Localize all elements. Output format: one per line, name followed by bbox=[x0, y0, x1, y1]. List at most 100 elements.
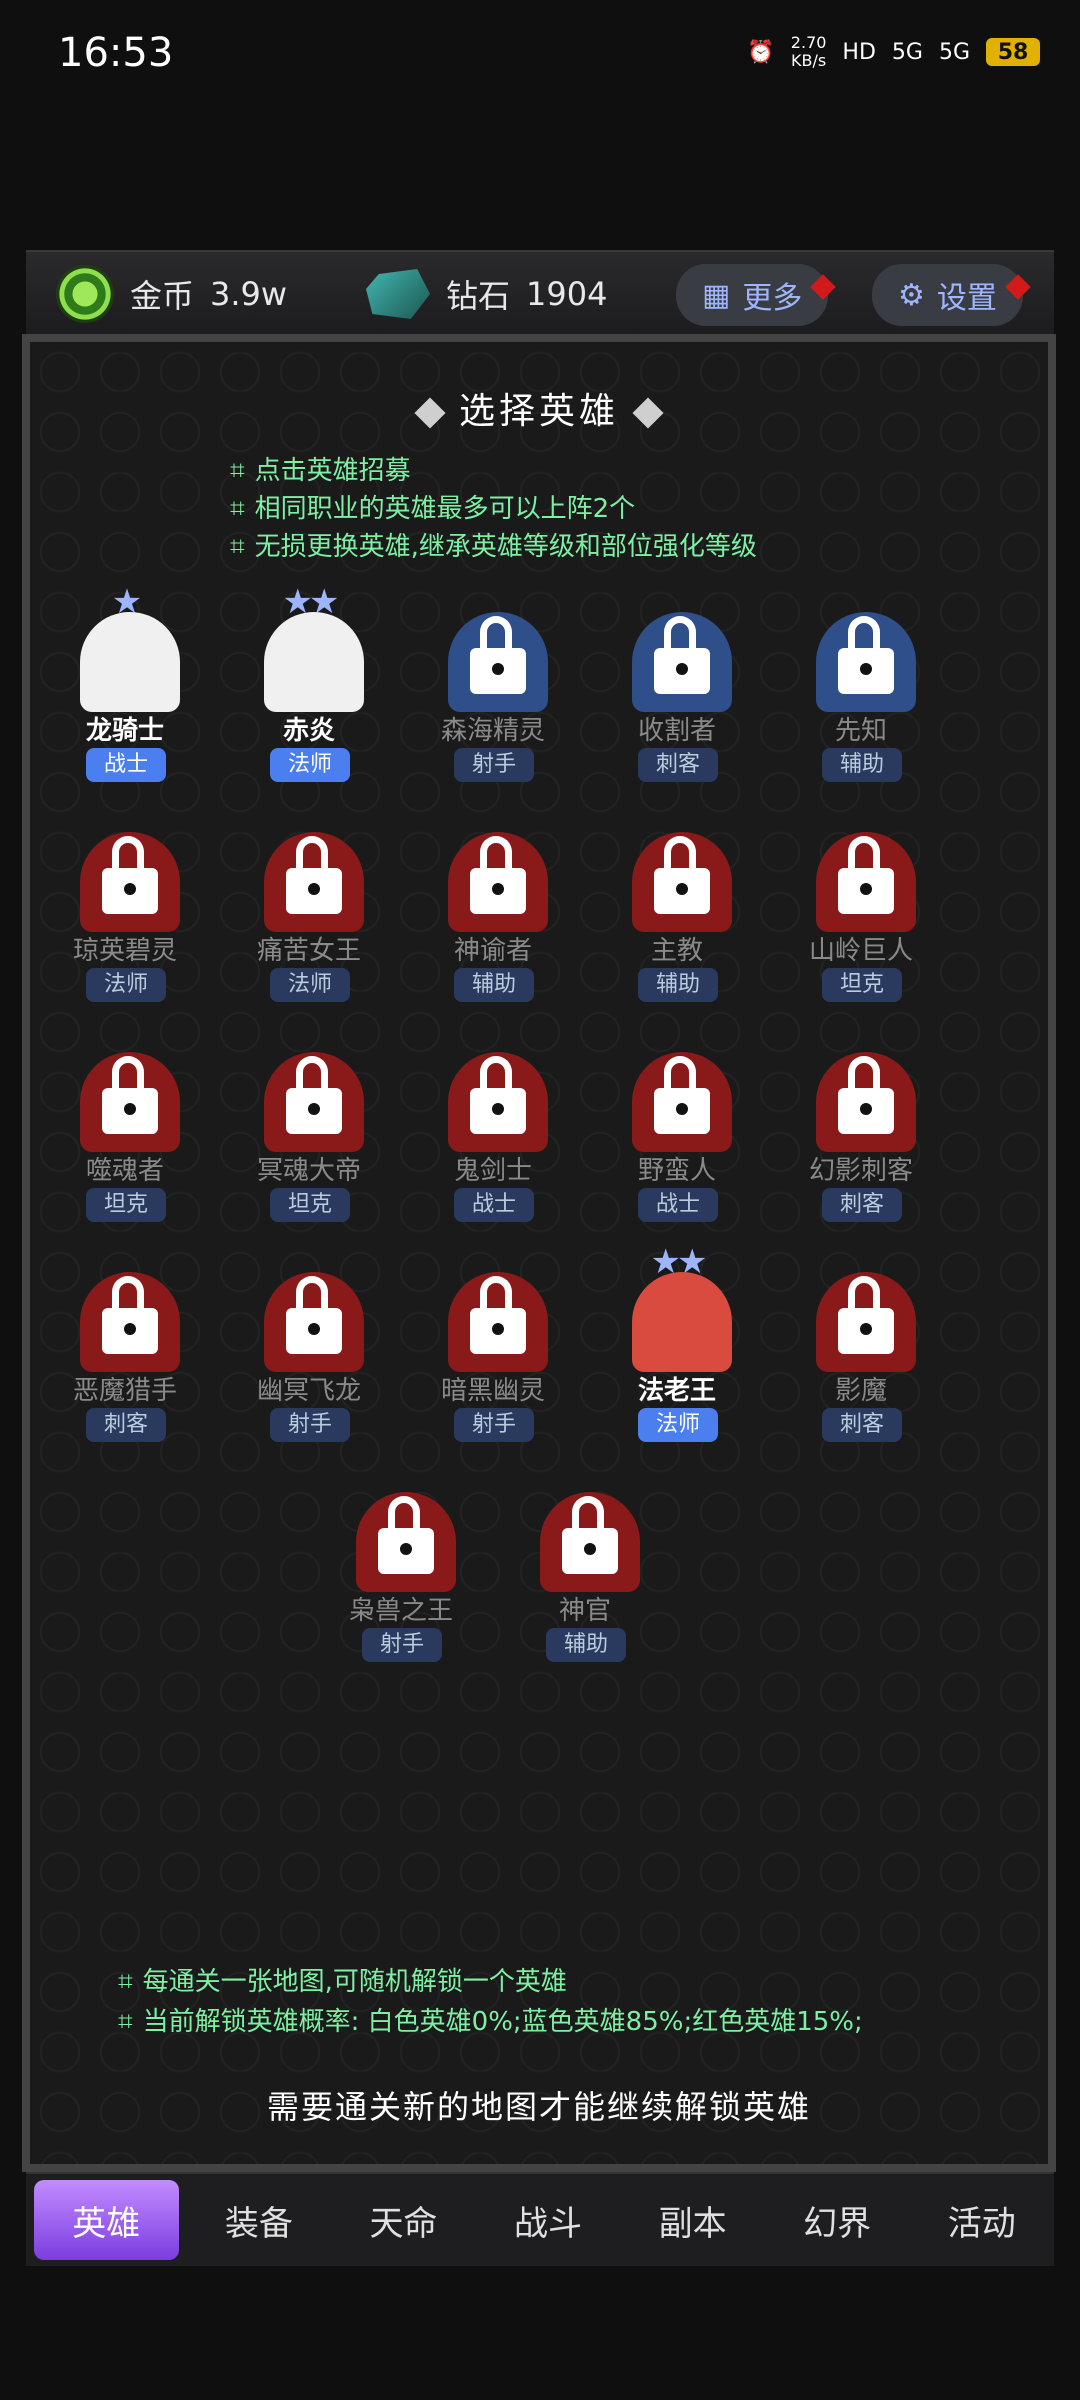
panel-title: 选择英雄 bbox=[30, 382, 1048, 434]
nav-tab[interactable]: 幻界 bbox=[765, 2174, 910, 2266]
tip-item: ⌗ 当前解锁英雄概率: 白色英雄0%;蓝色英雄85%;红色英雄15%; bbox=[118, 2007, 863, 2037]
more-button[interactable]: ▦ 更多 bbox=[676, 264, 837, 326]
hero-name: 主教 bbox=[650, 936, 703, 966]
unlock-tips: ⌗ 每通关一张地图,可随机解锁一个英雄 ⌗ 当前解锁英雄概率: 白色英雄0%;蓝色英… bbox=[118, 1962, 863, 2042]
hero-class-badge: 坦克 bbox=[86, 1188, 166, 1222]
hd-icon: HD bbox=[842, 39, 876, 65]
hero-name: 野蛮人 bbox=[637, 1156, 716, 1186]
hero-class-badge: 射手 bbox=[454, 748, 534, 782]
hero-card[interactable]: 琼英碧灵 法师 bbox=[50, 812, 200, 1012]
hero-class-badge: 射手 bbox=[270, 1408, 350, 1442]
hero-card[interactable]: 鬼剑士 战士 bbox=[418, 1032, 568, 1232]
lock-icon bbox=[470, 616, 526, 694]
diamond-icon bbox=[414, 397, 446, 429]
hero-class-badge: 刺客 bbox=[638, 748, 718, 782]
hero-name: 神官 bbox=[558, 1596, 611, 1626]
hero-class-badge: 刺客 bbox=[822, 1408, 902, 1442]
hero-name: 冥魂大帝 bbox=[256, 1156, 361, 1186]
hero-class-badge: 坦克 bbox=[270, 1188, 350, 1222]
hero-name: 神谕者 bbox=[453, 936, 532, 966]
hero-name: 森海精灵 bbox=[440, 716, 545, 746]
signal-2: 5G bbox=[938, 39, 970, 65]
hero-card[interactable]: 枭兽之王 射手 bbox=[326, 1472, 476, 1672]
signal-1: 5G bbox=[891, 39, 923, 65]
hero-card[interactable]: 影魔 刺客 bbox=[786, 1252, 936, 1452]
lock-icon bbox=[654, 836, 710, 914]
lock-icon bbox=[562, 1496, 618, 1574]
hero-portrait bbox=[632, 1272, 732, 1372]
hero-name: 幻影刺客 bbox=[808, 1156, 913, 1186]
hero-card[interactable]: ★★ 法老王 法师 bbox=[602, 1242, 752, 1452]
coin-display: 金币 3.9w bbox=[56, 262, 287, 326]
hero-name: 枭兽之王 bbox=[348, 1596, 453, 1626]
hero-name: 幽冥飞龙 bbox=[256, 1376, 361, 1406]
bottom-nav: 英雄 装备 天命 战斗 副本 幻界 活动 bbox=[26, 2172, 1054, 2266]
tip-item: ⌗ 每通关一张地图,可随机解锁一个英雄 bbox=[118, 1967, 567, 1997]
nav-tab[interactable]: 装备 bbox=[187, 2174, 332, 2266]
hero-name: 收割者 bbox=[637, 716, 716, 746]
nav-tab[interactable]: 活动 bbox=[909, 2174, 1054, 2266]
notification-dot bbox=[1005, 274, 1031, 300]
net-speed: 2.70 KB/s bbox=[790, 33, 827, 70]
hero-class-badge: 法师 bbox=[270, 748, 350, 782]
hero-card[interactable]: ★ 龙骑士 战士 bbox=[50, 582, 200, 792]
hero-card[interactable]: 神谕者 辅助 bbox=[418, 812, 568, 1012]
hero-card[interactable]: 山岭巨人 坦克 bbox=[786, 812, 936, 1012]
hero-class-badge: 辅助 bbox=[546, 1628, 626, 1662]
status-bar: 16:53 ⏰ 2.70 KB/s HD 5G 5G 58 bbox=[0, 0, 1080, 120]
settings-button[interactable]: ⚙ 设置 bbox=[872, 264, 1031, 326]
hero-card[interactable]: ★★ 赤炎 法师 bbox=[234, 582, 384, 792]
nav-tab[interactable]: 英雄 bbox=[34, 2180, 179, 2260]
battery-icon: 58 bbox=[986, 38, 1040, 66]
lock-icon bbox=[286, 836, 342, 914]
status-icons: ⏰ 2.70 KB/s HD 5G 5G 58 bbox=[747, 34, 1040, 70]
hero-card[interactable]: 冥魂大帝 坦克 bbox=[234, 1032, 384, 1232]
diamond-icon bbox=[632, 397, 664, 429]
hero-class-badge: 战士 bbox=[86, 748, 166, 782]
nav-tab[interactable]: 天命 bbox=[331, 2174, 476, 2266]
hero-class-badge: 辅助 bbox=[454, 968, 534, 1002]
hero-class-badge: 坦克 bbox=[822, 968, 902, 1002]
hero-card[interactable]: 噬魂者 坦克 bbox=[50, 1032, 200, 1232]
hero-name: 法老王 bbox=[637, 1376, 716, 1406]
hero-name: 影魔 bbox=[834, 1376, 887, 1406]
lock-icon bbox=[654, 616, 710, 694]
nav-tab[interactable]: 副本 bbox=[620, 2174, 765, 2266]
hero-name: 鬼剑士 bbox=[453, 1156, 532, 1186]
unlock-message: 需要通关新的地图才能继续解锁英雄 bbox=[266, 2088, 811, 2126]
hero-card[interactable]: 痛苦女王 法师 bbox=[234, 812, 384, 1012]
hero-class-badge: 辅助 bbox=[822, 748, 902, 782]
hero-class-badge: 法师 bbox=[270, 968, 350, 1002]
lock-icon bbox=[378, 1496, 434, 1574]
alarm-icon: ⏰ bbox=[747, 39, 775, 65]
gear-icon: ⚙ bbox=[898, 277, 925, 313]
hero-card[interactable]: 暗黑幽灵 射手 bbox=[418, 1252, 568, 1452]
hero-name: 赤炎 bbox=[282, 716, 335, 746]
hero-card[interactable]: 神官 辅助 bbox=[510, 1472, 660, 1672]
lock-icon bbox=[654, 1056, 710, 1134]
notification-dot bbox=[810, 274, 837, 300]
hero-card[interactable]: 森海精灵 射手 bbox=[418, 592, 568, 792]
lock-icon bbox=[286, 1276, 342, 1354]
hero-card[interactable]: 主教 辅助 bbox=[602, 812, 752, 1012]
hero-card[interactable]: 野蛮人 战士 bbox=[602, 1032, 752, 1232]
hero-class-badge: 法师 bbox=[86, 968, 166, 1002]
hero-class-badge: 射手 bbox=[362, 1628, 442, 1662]
hero-select-panel: 选择英雄 ⌗ 点击英雄招募 ⌗ 相同职业的英雄最多可以上阵2个 ⌗ 无损更换英雄,继承… bbox=[22, 334, 1056, 2172]
hero-card[interactable]: 恶魔猎手 刺客 bbox=[50, 1252, 200, 1452]
hero-card[interactable]: 收割者 刺客 bbox=[602, 592, 752, 792]
hero-card[interactable]: 幽冥飞龙 射手 bbox=[234, 1252, 384, 1452]
lock-icon bbox=[838, 1276, 894, 1354]
hero-class-badge: 刺客 bbox=[86, 1408, 166, 1442]
hero-card[interactable]: 先知 辅助 bbox=[786, 592, 936, 792]
hero-name: 痛苦女王 bbox=[256, 936, 361, 966]
lock-icon bbox=[470, 1056, 526, 1134]
nav-tab[interactable]: 战斗 bbox=[476, 2174, 621, 2266]
hero-name: 琼英碧灵 bbox=[72, 936, 177, 966]
tip-item: ⌗ 点击英雄招募 bbox=[230, 456, 411, 486]
lock-icon bbox=[286, 1056, 342, 1134]
grid-icon: ▦ bbox=[702, 277, 731, 313]
lock-icon bbox=[470, 1276, 526, 1354]
hero-card[interactable]: 幻影刺客 刺客 bbox=[786, 1032, 936, 1232]
hero-class-badge: 战士 bbox=[638, 1188, 718, 1222]
